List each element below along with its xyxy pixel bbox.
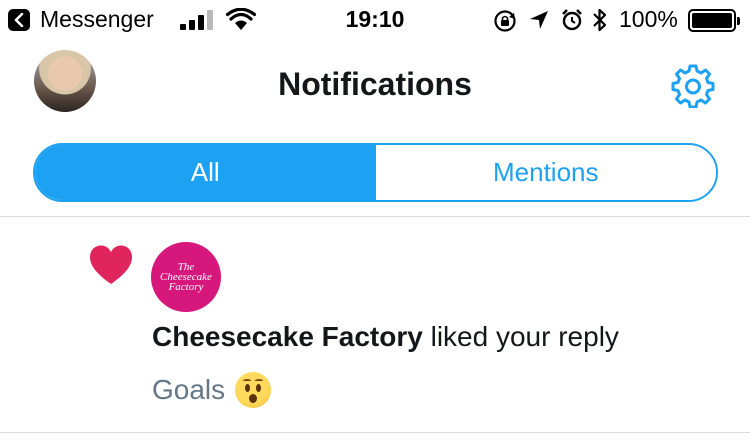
notification-action: liked your reply [422,321,619,352]
notification-filter-tabs: All Mentions [33,143,718,202]
hushed-face-icon [235,372,272,408]
page-title: Notifications [278,66,472,102]
battery-icon [688,9,740,32]
notification-text: Cheesecake Factory liked your reply [152,321,619,353]
preview-text: Goals [152,374,226,405]
gear-icon[interactable] [670,62,716,108]
location-icon [530,11,548,29]
battery-percentage: 100% [619,6,678,32]
heart-icon [90,245,132,284]
alarm-icon [562,9,582,31]
divider [0,216,750,217]
divider [0,432,750,433]
tab-mentions[interactable]: Mentions [375,145,716,200]
bluetooth-icon [593,8,607,32]
status-bar: Messenger 19:10 100% [0,0,750,42]
cheesecake-factory-avatar[interactable]: The Cheesecake Factory [151,242,221,312]
actor-name[interactable]: Cheesecake Factory [152,321,423,352]
brand-logo-text: The Cheesecake Factory [160,261,212,293]
orientation-lock-icon [494,10,516,32]
tab-all[interactable]: All [35,145,376,200]
tweet-preview[interactable]: Goals [152,372,272,408]
